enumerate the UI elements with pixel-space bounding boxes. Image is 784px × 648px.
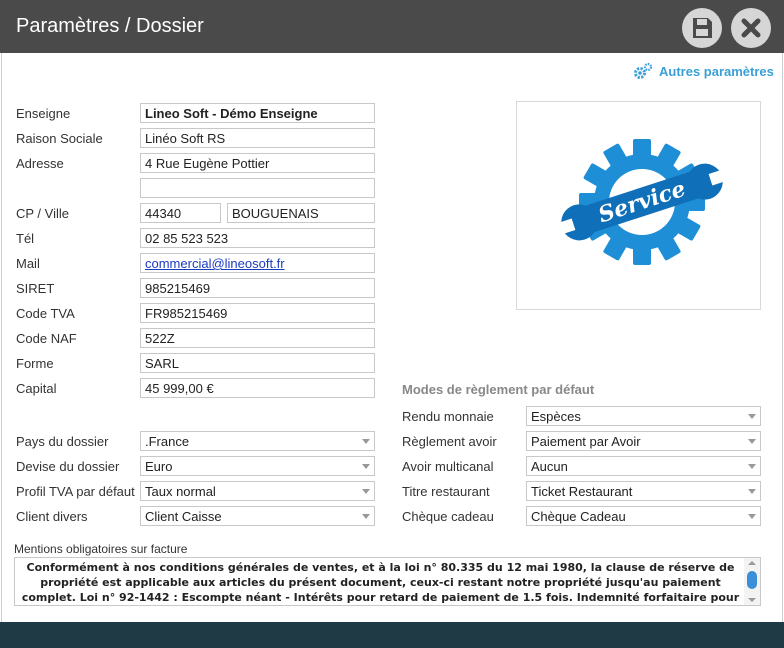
logo-image[interactable]: Service [516, 101, 761, 310]
adresse-label: Adresse [16, 156, 64, 171]
profil-tva-select[interactable]: Taux normal [140, 481, 375, 501]
title-bar: Paramètres / Dossier [0, 0, 784, 53]
autres-parametres-link[interactable]: Autres paramètres [633, 62, 774, 80]
chevron-down-icon [748, 489, 756, 494]
devise-value: Euro [145, 459, 173, 474]
mentions-label: Mentions obligatoires sur facture [14, 542, 188, 556]
tel-field[interactable]: 02 85 523 523 [140, 228, 375, 248]
chevron-down-icon [362, 514, 370, 519]
scroll-down-icon[interactable] [748, 598, 756, 602]
save-button[interactable] [682, 8, 722, 48]
forme-label: Forme [16, 356, 54, 371]
profil-tva-value: Taux normal [145, 484, 216, 499]
rendu-monnaie-label: Rendu monnaie [402, 409, 494, 424]
cp-field[interactable]: 44340 [140, 203, 221, 223]
enseigne-field[interactable]: Lineo Soft - Démo Enseigne [140, 103, 375, 123]
enseigne-label: Enseigne [16, 106, 71, 121]
titre-restaurant-label: Titre restaurant [402, 484, 490, 499]
client-divers-label: Client divers [16, 509, 88, 524]
code-naf-field[interactable]: 522Z [140, 328, 375, 348]
chevron-down-icon [362, 464, 370, 469]
modes-reglement-title: Modes de règlement par défaut [402, 382, 595, 397]
pays-value: .France [145, 434, 190, 449]
avoir-multicanal-select[interactable]: Aucun [526, 456, 761, 476]
mentions-textarea[interactable]: Conformément à nos conditions générales … [14, 557, 761, 606]
service-wrench-gear-icon: Service [556, 139, 728, 265]
tel-label: Tél [16, 231, 35, 246]
close-icon [741, 18, 761, 38]
reglement-avoir-label: Règlement avoir [402, 434, 497, 449]
autres-parametres-label: Autres paramètres [659, 63, 774, 79]
capital-field[interactable]: 45 999,00 € [140, 378, 375, 398]
floppy-disk-icon [693, 18, 712, 38]
pays-select[interactable]: .France [140, 431, 375, 451]
code-tva-label: Code TVA [16, 306, 75, 321]
chevron-down-icon [748, 464, 756, 469]
profil-tva-label: Profil TVA par défaut [16, 484, 135, 499]
rendu-monnaie-value: Espèces [531, 409, 581, 424]
cheque-cadeau-label: Chèque cadeau [402, 509, 494, 524]
mentions-text: Conformément à nos conditions générales … [21, 561, 740, 604]
footer-bar [0, 622, 784, 648]
forme-field[interactable]: SARL [140, 353, 375, 373]
client-divers-select[interactable]: Client Caisse [140, 506, 375, 526]
adresse-field[interactable]: 4 Rue Eugène Pottier [140, 153, 375, 173]
client-divers-value: Client Caisse [145, 509, 222, 524]
capital-label: Capital [16, 381, 57, 396]
cheque-cadeau-value: Chèque Cadeau [531, 509, 626, 524]
raison-sociale-field[interactable]: Linéo Soft RS [140, 128, 375, 148]
siret-label: SIRET [16, 281, 55, 296]
chevron-down-icon [362, 439, 370, 444]
ville-field[interactable]: BOUGUENAIS [227, 203, 375, 223]
scroll-up-icon[interactable] [748, 561, 756, 565]
scroll-thumb[interactable] [747, 571, 757, 589]
close-button[interactable] [731, 8, 771, 48]
raison-sociale-label: Raison Sociale [16, 131, 103, 146]
pays-label: Pays du dossier [16, 434, 109, 449]
gears-icon [634, 62, 653, 79]
chevron-down-icon [748, 414, 756, 419]
cheque-cadeau-select[interactable]: Chèque Cadeau [526, 506, 761, 526]
reglement-avoir-value: Paiement par Avoir [531, 434, 641, 449]
chevron-down-icon [362, 489, 370, 494]
code-naf-label: Code NAF [16, 331, 77, 346]
code-tva-field[interactable]: FR985215469 [140, 303, 375, 323]
chevron-down-icon [748, 439, 756, 444]
avoir-multicanal-value: Aucun [531, 459, 568, 474]
reglement-avoir-select[interactable]: Paiement par Avoir [526, 431, 761, 451]
avoir-multicanal-label: Avoir multicanal [402, 459, 494, 474]
rendu-monnaie-select[interactable]: Espèces [526, 406, 761, 426]
cp-ville-label: CP / Ville [16, 206, 69, 221]
mentions-scrollbar[interactable] [744, 558, 760, 605]
titre-restaurant-select[interactable]: Ticket Restaurant [526, 481, 761, 501]
devise-select[interactable]: Euro [140, 456, 375, 476]
window-title: Paramètres / Dossier [16, 15, 204, 37]
mail-field[interactable]: commercial@lineosoft.fr [140, 253, 375, 273]
chevron-down-icon [748, 514, 756, 519]
siret-field[interactable]: 985215469 [140, 278, 375, 298]
mail-label: Mail [16, 256, 40, 271]
devise-label: Devise du dossier [16, 459, 120, 474]
titre-restaurant-value: Ticket Restaurant [531, 484, 633, 499]
adresse-line2-field[interactable] [140, 178, 375, 198]
